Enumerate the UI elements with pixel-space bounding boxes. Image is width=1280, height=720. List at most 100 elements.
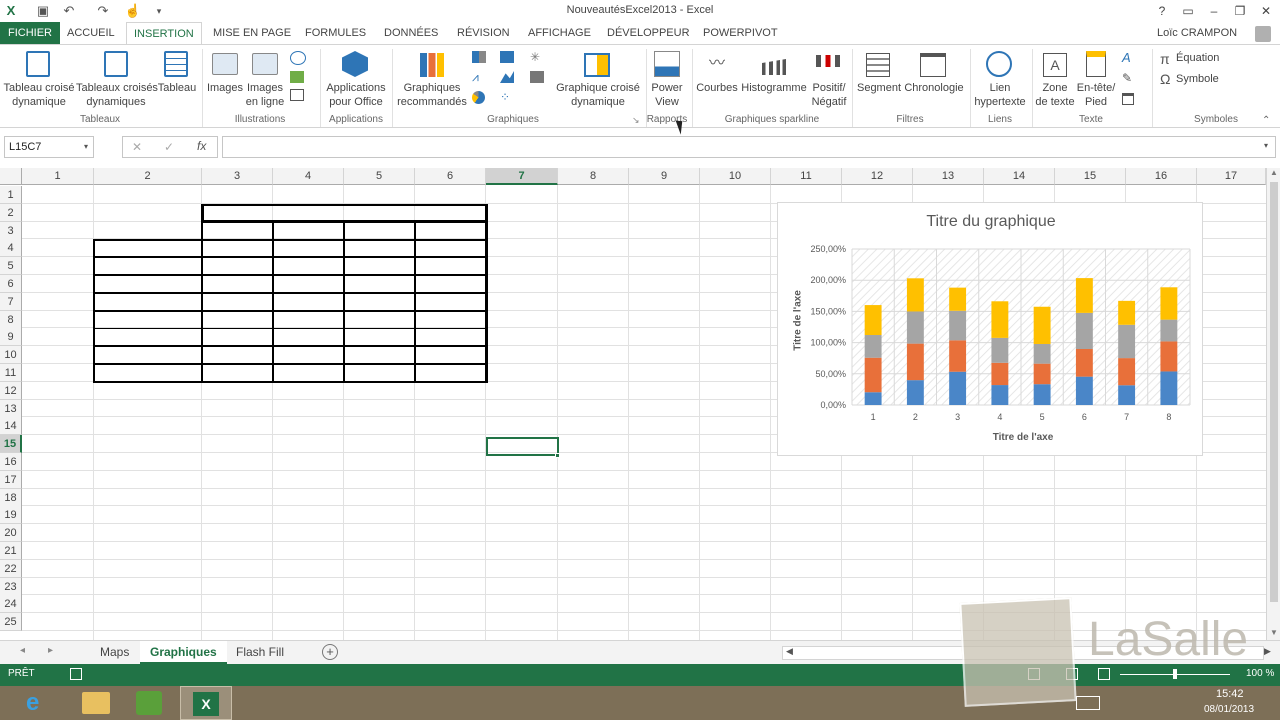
slicer-button[interactable]: Segment: [854, 81, 904, 95]
column-header[interactable]: 14: [984, 168, 1055, 185]
tab-accueil[interactable]: ACCUEIL: [60, 22, 122, 44]
column-header[interactable]: 10: [700, 168, 771, 185]
row-header[interactable]: 19: [0, 506, 22, 525]
equation-button[interactable]: Équation: [1176, 51, 1236, 65]
average-cell[interactable]: [486, 328, 558, 346]
sheet-tab-flash-fill[interactable]: Flash Fill: [226, 641, 294, 664]
vertical-scrollbar[interactable]: ▲ ▼: [1266, 168, 1280, 640]
prev-sheet-icon[interactable]: ◂: [20, 645, 25, 656]
row-header[interactable]: 25: [0, 613, 22, 632]
column-chart-icon[interactable]: [472, 51, 486, 63]
header-footer-button[interactable]: En-tête/ Pied: [1074, 81, 1118, 109]
online-images-button[interactable]: Images en ligne: [244, 81, 286, 109]
column-header[interactable]: 3: [202, 168, 273, 185]
scatter-chart-icon[interactable]: ⁘: [500, 91, 514, 103]
textbox-button[interactable]: Zone de texte: [1034, 81, 1076, 109]
signature-line-icon[interactable]: ✎: [1122, 71, 1134, 85]
tab-developpeur[interactable]: DÉVELOPPEUR: [600, 22, 697, 44]
keyboard-icon[interactable]: [1076, 696, 1100, 710]
y-axis-title[interactable]: Titre de l'axe: [793, 271, 804, 371]
column-header[interactable]: 7: [486, 168, 558, 185]
average-cell[interactable]: [486, 275, 558, 293]
average-cell[interactable]: [486, 346, 558, 364]
name-box[interactable]: L15C7: [4, 136, 94, 158]
row-header[interactable]: 1: [0, 186, 22, 204]
selected-cell[interactable]: [486, 437, 559, 456]
recommended-charts-button[interactable]: Graphiques recommandés: [396, 81, 468, 109]
close-icon[interactable]: ✕: [1254, 0, 1278, 22]
x-axis-title[interactable]: Titre de l'axe: [778, 432, 1266, 443]
tab-insertion[interactable]: INSERTION: [126, 22, 202, 44]
images-button[interactable]: Images: [204, 81, 246, 95]
shapes-icon[interactable]: [290, 51, 306, 65]
user-name[interactable]: Loïc CRAMPON: [1150, 22, 1244, 44]
hyperlink-button[interactable]: Lien hypertexte: [972, 81, 1028, 109]
sparkline-line-button[interactable]: Courbes: [694, 81, 740, 95]
power-view-button[interactable]: Power View: [648, 81, 686, 109]
cancel-icon[interactable]: ✕: [132, 140, 142, 154]
chart[interactable]: Titre du graphique 0,00% 50,00% 100,00% 150…: [777, 202, 1203, 456]
column-header[interactable]: 8: [558, 168, 629, 185]
new-sheet-icon[interactable]: +: [322, 644, 338, 660]
table-button[interactable]: Tableau: [156, 81, 198, 95]
pivot-table-button[interactable]: Tableau croisé dynamique: [2, 81, 76, 109]
line-chart-icon[interactable]: ⩘: [472, 71, 486, 83]
dialog-launcher-icon[interactable]: ↘: [632, 115, 640, 126]
clock-time[interactable]: 15:42: [1216, 688, 1244, 700]
sparkline-winloss-button[interactable]: Positif/ Négatif: [808, 81, 850, 109]
excel-taskbar-button[interactable]: X: [180, 686, 232, 720]
name-box-dropdown-icon[interactable]: ▾: [84, 142, 88, 151]
average-cell[interactable]: [486, 257, 558, 275]
column-header[interactable]: 5: [344, 168, 415, 185]
row-header[interactable]: 14: [0, 417, 22, 436]
column-header[interactable]: 13: [913, 168, 984, 185]
row-header[interactable]: 2: [0, 203, 22, 222]
column-header[interactable]: 9: [629, 168, 700, 185]
scroll-left-icon[interactable]: ◀: [786, 646, 793, 657]
office-apps-button[interactable]: Applications pour Office: [322, 81, 390, 109]
file-explorer-icon[interactable]: [82, 692, 110, 714]
help-icon[interactable]: ?: [1150, 0, 1174, 22]
zoom-level[interactable]: 100 %: [1246, 668, 1274, 679]
column-header[interactable]: 11: [771, 168, 842, 185]
restore-icon[interactable]: ❐: [1228, 0, 1252, 22]
wordart-icon[interactable]: A: [1122, 51, 1134, 65]
worksheet-grid[interactable]: 1 2 3 4 5 6 7 8 9 10 11 12 13 14 15 16 17 1 2 3 4 5 6 7 8 9 10 11 1…: [0, 168, 1266, 640]
scroll-right-icon[interactable]: ▶: [1264, 646, 1271, 657]
tab-formules[interactable]: FORMULES: [298, 22, 373, 44]
formula-input[interactable]: [222, 136, 1276, 158]
row-header[interactable]: 10: [0, 346, 22, 365]
smartart-icon[interactable]: [290, 71, 304, 83]
timeline-button[interactable]: Chronologie: [902, 81, 966, 95]
tab-affichage[interactable]: AFFICHAGE: [521, 22, 598, 44]
row-header[interactable]: 23: [0, 577, 22, 596]
scroll-up-icon[interactable]: ▲: [1267, 168, 1280, 177]
app-icon[interactable]: [136, 691, 162, 715]
column-header[interactable]: 1: [22, 168, 94, 185]
average-header-cell[interactable]: [486, 222, 558, 240]
zoom-slider-thumb[interactable]: [1173, 669, 1177, 679]
fill-handle[interactable]: [555, 453, 560, 458]
collapse-ribbon-icon[interactable]: ⌃: [1262, 115, 1270, 126]
stock-chart-icon[interactable]: [530, 71, 544, 83]
area-chart-icon[interactable]: [500, 71, 514, 83]
recommended-pivot-button[interactable]: Tableaux croisés dynamiques: [76, 81, 158, 109]
page-break-icon[interactable]: [1098, 668, 1110, 680]
row-header[interactable]: 18: [0, 488, 22, 507]
column-header[interactable]: 16: [1126, 168, 1197, 185]
pie-chart-icon[interactable]: [472, 91, 485, 104]
column-header[interactable]: 2: [94, 168, 202, 185]
row-header[interactable]: 13: [0, 399, 22, 418]
column-header[interactable]: 15: [1055, 168, 1126, 185]
tab-powerpivot[interactable]: POWERPIVOT: [696, 22, 785, 44]
row-header[interactable]: 3: [0, 221, 22, 240]
average-cell[interactable]: [486, 293, 558, 311]
row-header[interactable]: 24: [0, 595, 22, 614]
next-sheet-icon[interactable]: ▸: [48, 645, 53, 656]
hierarchy-chart-icon[interactable]: ✳: [530, 51, 544, 63]
row-header[interactable]: 20: [0, 524, 22, 543]
insert-function-icon[interactable]: fx: [197, 139, 206, 153]
row-header[interactable]: 5: [0, 257, 22, 276]
row-header[interactable]: 16: [0, 453, 22, 471]
row-header[interactable]: 17: [0, 470, 22, 489]
